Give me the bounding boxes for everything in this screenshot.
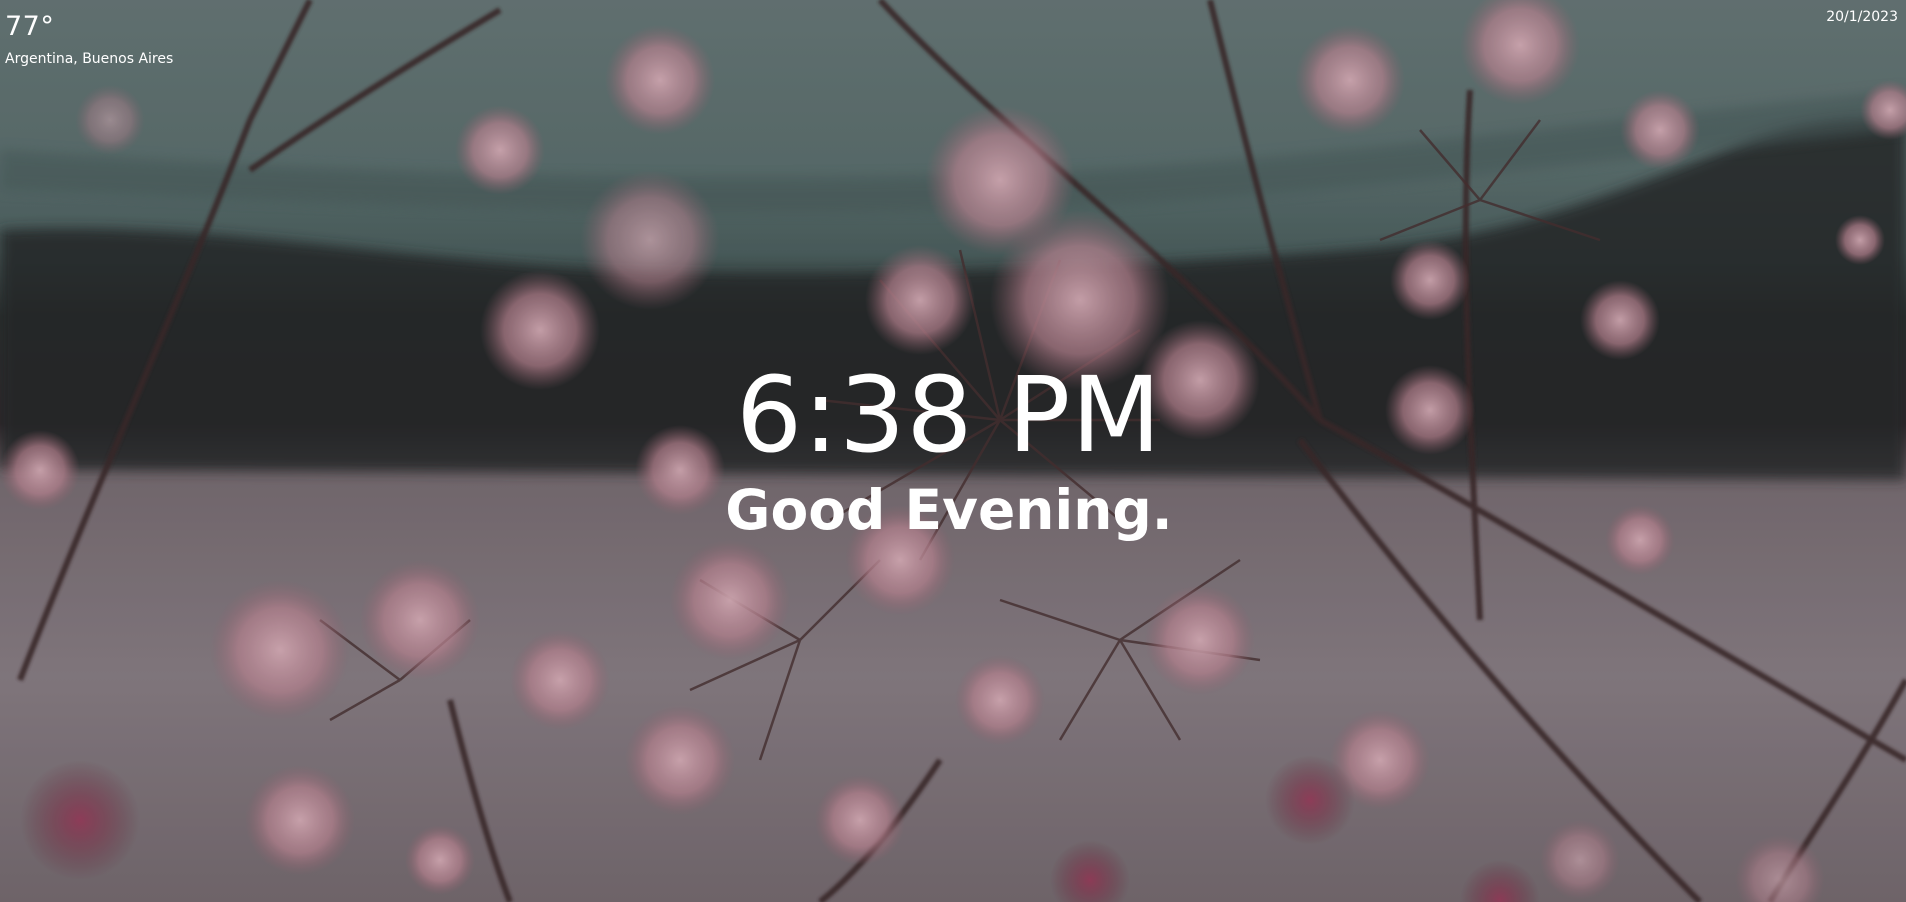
clock-time: 6:38 PM: [735, 354, 1163, 476]
clock-panel: 6:38 PM Good Evening.: [0, 355, 1906, 542]
new-tab-dashboard: 77° Argentina, Buenos Aires 20/1/2023 6:…: [0, 0, 1906, 902]
greeting-message: Good Evening.: [725, 478, 1173, 542]
weather-location: Argentina, Buenos Aires: [5, 51, 174, 67]
date-readout: 20/1/2023: [1826, 9, 1898, 25]
temperature-readout: 77°: [5, 11, 55, 42]
weather-widget: 77° Argentina, Buenos Aires: [5, 11, 173, 68]
